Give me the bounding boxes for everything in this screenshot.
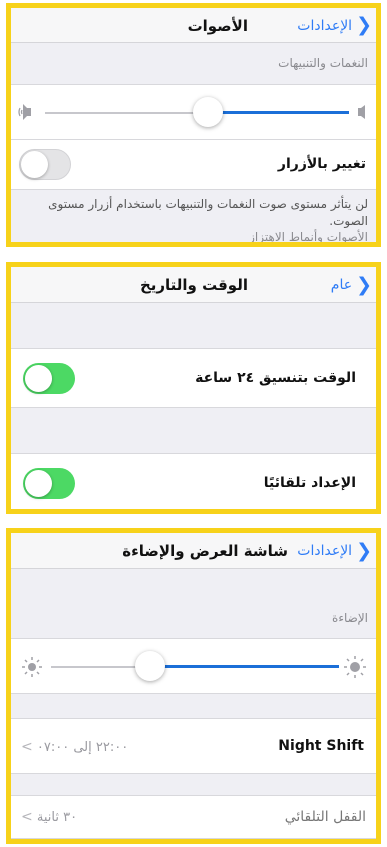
auto-lock-row[interactable]: القفل التلقائي < ٣٠ ثانية — [11, 795, 376, 839]
brightness-slider-thumb[interactable] — [135, 651, 165, 681]
page-title: الأصوات — [187, 16, 248, 35]
toggle-knob — [25, 470, 52, 497]
speaker-low-icon — [358, 105, 365, 119]
back-label: عام — [330, 277, 353, 293]
24-hour-time-toggle[interactable] — [23, 363, 75, 394]
24-hour-time-label: الوقت بتنسيق ٢٤ ساعة — [195, 370, 356, 386]
change-with-buttons-label: تغيير بالأزرار — [277, 156, 366, 172]
night-shift-row[interactable]: Night Shift < ٢٢:٠٠ إلى ٠٧:٠٠ — [11, 718, 376, 774]
back-label: الإعدادات — [297, 543, 353, 559]
change-with-buttons-toggle[interactable] — [19, 149, 71, 180]
change-with-buttons-row: تغيير بالأزرار — [11, 140, 376, 190]
back-to-settings-button[interactable]: ❮ الإعدادات — [297, 533, 372, 569]
night-shift-label: Night Shift — [278, 738, 364, 754]
auto-lock-value: < ٣٠ ثانية — [21, 809, 77, 825]
sounds-panel: ❮ الإعدادات الأصوات النغمات والتنبيهات ت… — [6, 3, 381, 247]
display-navbar: ❮ الإعدادات شاشة العرض والإضاءة — [11, 533, 376, 569]
chevron-left-icon: ❮ — [356, 273, 372, 296]
back-to-general-button[interactable]: ❮ عام — [331, 267, 372, 303]
volume-track-remaining — [45, 112, 195, 114]
set-automatically-row: الإعداد تلقائيًا — [11, 453, 376, 509]
toggle-knob — [21, 151, 48, 178]
night-shift-schedule: ٢٢:٠٠ إلى ٠٧:٠٠ — [36, 740, 129, 755]
back-to-settings-button[interactable]: ❮ الإعدادات — [297, 8, 372, 43]
chevron-left-icon: ❮ — [356, 14, 372, 36]
sun-large-icon — [344, 656, 366, 678]
auto-lock-duration: ٣٠ ثانية — [36, 810, 78, 825]
back-label: الإعدادات — [297, 17, 353, 34]
set-automatically-toggle[interactable] — [23, 468, 75, 499]
brightness-row — [11, 638, 376, 694]
date-time-panel: ❮ عام الوقت والتاريخ الوقت بتنسيق ٢٤ ساع… — [6, 262, 381, 514]
display-brightness-panel: ❮ الإعدادات شاشة العرض والإضاءة الإضاءة — [6, 528, 381, 844]
chevron-right-icon: < — [21, 739, 33, 755]
sun-small-icon — [22, 657, 42, 677]
change-with-buttons-footnote: لن يتأثر مستوى صوت النغمات والتنبيهات با… — [48, 197, 368, 228]
section-label-sound-patterns: الأصوات وأنماط الاهتزاز — [249, 230, 368, 244]
toggle-knob — [25, 365, 52, 392]
brightness-track-filled — [161, 665, 339, 668]
chevron-left-icon: ❮ — [356, 539, 372, 562]
section-label-brightness: الإضاءة — [332, 611, 368, 625]
sounds-navbar: ❮ الإعدادات الأصوات — [11, 8, 376, 43]
set-automatically-label: الإعداد تلقائيًا — [263, 475, 356, 491]
auto-lock-label: القفل التلقائي — [284, 809, 366, 825]
ringer-volume-row — [11, 84, 376, 140]
volume-slider-thumb[interactable] — [193, 97, 223, 127]
24-hour-time-row: الوقت بتنسيق ٢٤ ساعة — [11, 348, 376, 408]
page-title: شاشة العرض والإضاءة — [122, 542, 288, 560]
volume-track-filled — [211, 111, 349, 114]
page-title: الوقت والتاريخ — [139, 276, 248, 294]
chevron-right-icon: < — [21, 809, 33, 825]
section-label-ringtones: النغمات والتنبيهات — [278, 56, 368, 70]
date-time-navbar: ❮ عام الوقت والتاريخ — [11, 267, 376, 303]
speaker-high-icon — [18, 104, 31, 120]
night-shift-value: < ٢٢:٠٠ إلى ٠٧:٠٠ — [21, 739, 128, 755]
